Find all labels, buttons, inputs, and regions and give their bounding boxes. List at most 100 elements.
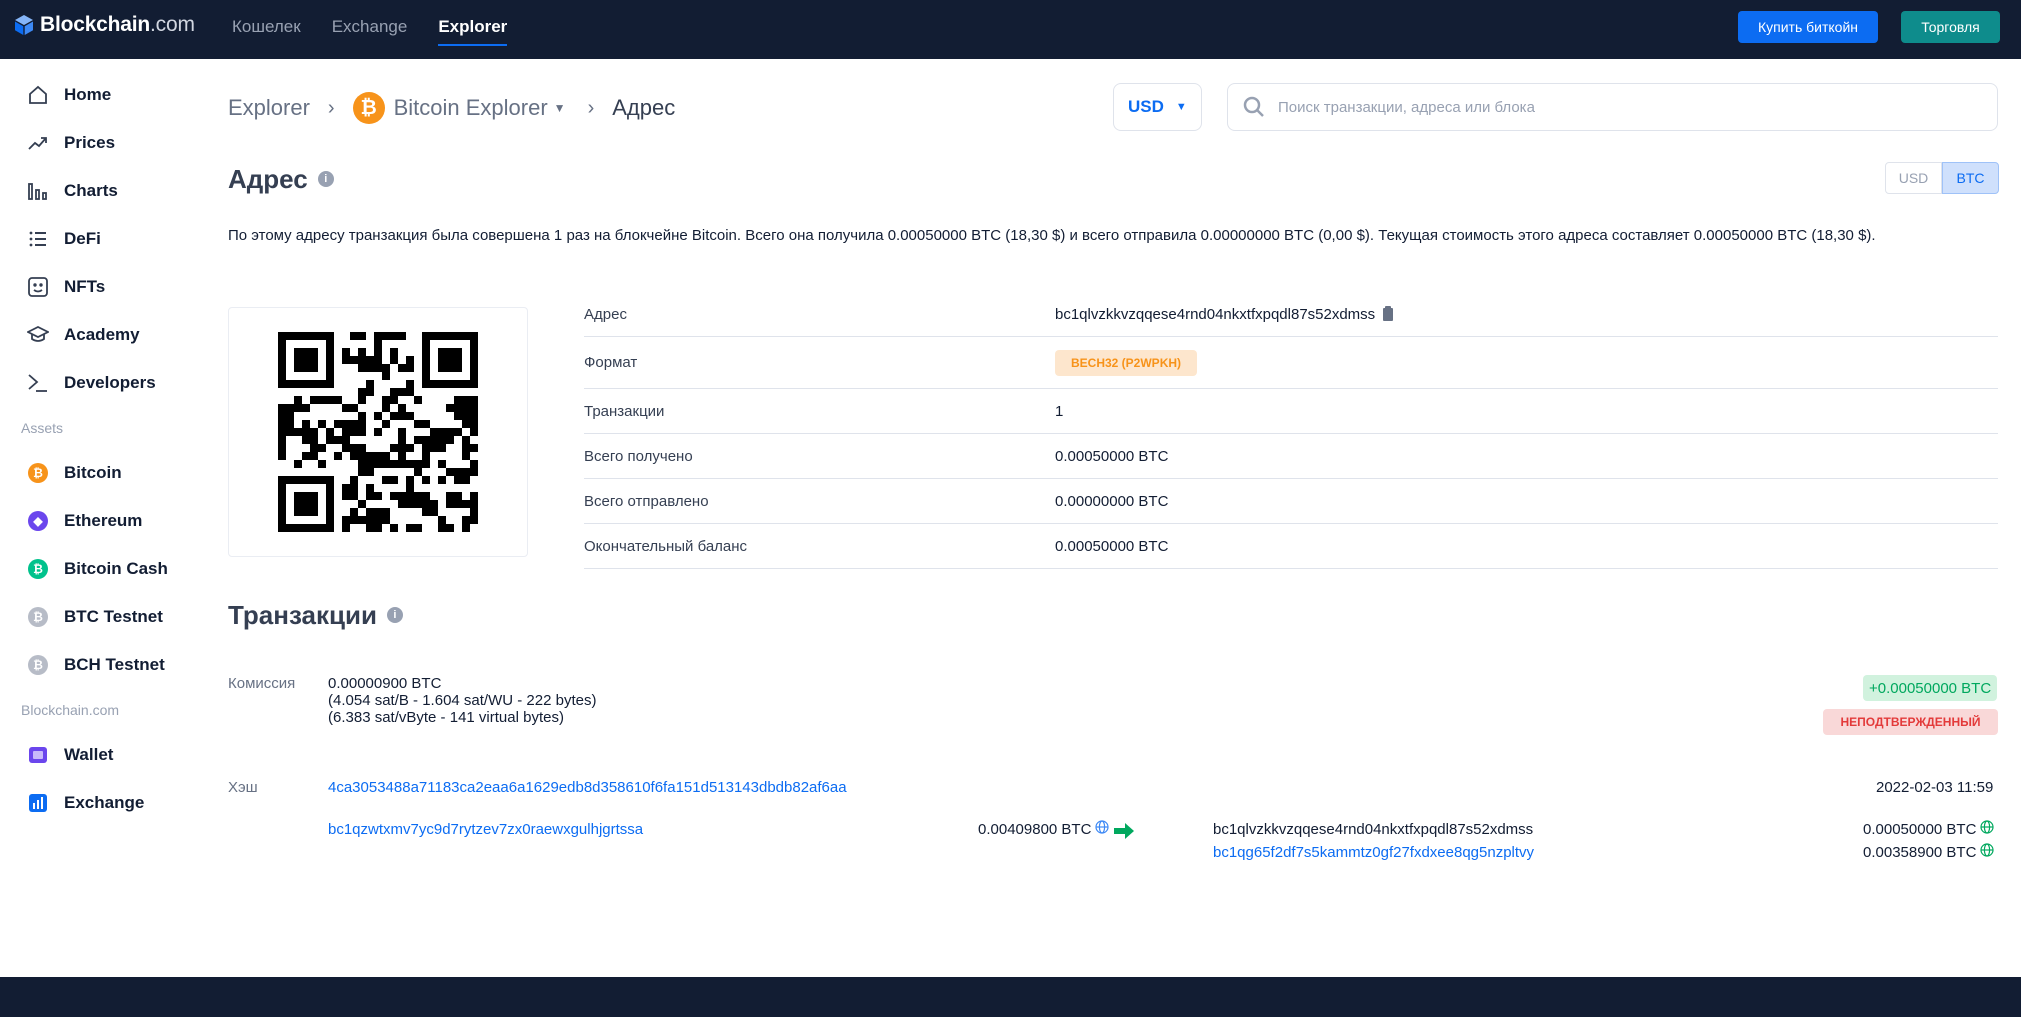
fee-detail-bytes: (4.054 sat/B - 1.604 sat/WU - 222 bytes): [328, 692, 597, 709]
btc-testnet-icon: ₿: [28, 607, 48, 627]
sidebar-item-label: Wallet: [64, 745, 114, 764]
bitcoin-icon: ₿: [352, 92, 385, 124]
arrow-right-icon: [1114, 823, 1134, 839]
sidebar-item-wallet[interactable]: Wallet: [26, 741, 113, 769]
sidebar-item-label: Bitcoin: [64, 463, 122, 482]
qr-code-image: [278, 332, 478, 532]
output-address-link[interactable]: bc1qg65f2df7s5kammtz0gf27fxdxee8qg5nzplt…: [1213, 844, 1534, 861]
sidebar-item-label: NFTs: [64, 277, 106, 296]
sidebar-item-charts[interactable]: Charts: [26, 177, 118, 205]
detail-value: 0.00000000 BTC: [1055, 493, 1169, 510]
address-section-title: Адрес i: [228, 164, 334, 195]
graduation-cap-icon: [26, 323, 50, 347]
sidebar-section-company: Blockchain.com: [21, 702, 120, 718]
toggle-usd[interactable]: USD: [1885, 162, 1942, 194]
tx-hash-link[interactable]: 4ca3053488a71183ca2eaa6a1629edb8d358610f…: [328, 779, 847, 796]
wallet-icon: [26, 743, 50, 767]
detail-label: Всего отправлено: [584, 493, 709, 510]
sidebar-item-defi[interactable]: DeFi: [26, 225, 101, 253]
nav-exchange[interactable]: Exchange: [332, 0, 408, 46]
format-badge: BECH32 (P2WPKH): [1055, 350, 1198, 376]
currency-select-value: USD: [1128, 97, 1164, 116]
home-icon: [26, 83, 50, 107]
search-box[interactable]: [1227, 83, 1998, 131]
status-badge: НЕПОДТВЕРЖДЕННЫЙ: [1823, 709, 1998, 735]
caret-down-icon: ▼: [553, 101, 566, 115]
output-amount-value: 0.00050000 BTC: [1863, 821, 1977, 838]
info-icon[interactable]: i: [317, 171, 334, 188]
sidebar-item-prices[interactable]: Prices: [26, 129, 115, 157]
detail-row-transactions: Транзакции 1: [584, 389, 1998, 434]
bar-chart-icon: [26, 179, 50, 203]
chevron-right-icon: ›: [587, 96, 595, 119]
sidebar-item-exchange[interactable]: Exchange: [26, 789, 144, 817]
search-input[interactable]: [1278, 98, 1978, 116]
nav-wallet[interactable]: Кошелек: [232, 0, 301, 46]
caret-down-icon: ▼: [1175, 101, 1187, 113]
sidebar-item-bitcoin-cash[interactable]: ₿ Bitcoin Cash: [26, 555, 168, 583]
hash-label: Хэш: [228, 779, 258, 796]
sidebar-item-label: Home: [64, 85, 112, 104]
input-address-link[interactable]: bc1qzwtxmv7yc9d7rytzev7zx0raewxgulhjgrts…: [328, 821, 643, 838]
sidebar-item-label: Ethereum: [64, 511, 143, 530]
sidebar-item-bitcoin[interactable]: ₿ Bitcoin: [26, 459, 122, 487]
chevron-right-icon: ›: [327, 96, 335, 119]
sidebar-item-nfts[interactable]: NFTs: [26, 273, 105, 301]
unit-toggle: USD BTC: [1885, 162, 1999, 194]
sidebar-item-label: Academy: [64, 325, 140, 344]
output-amount-value: 0.00358900 BTC: [1863, 844, 1977, 861]
sidebar-item-label: BCH Testnet: [64, 655, 165, 674]
sidebar-item-developers[interactable]: Developers: [26, 369, 156, 397]
output-address-own: bc1qlvzkkvzqqese4rnd04nkxtfxpqdl87s52xdm…: [1213, 821, 1534, 838]
address-summary: По этому адресу транзакция была совершен…: [228, 227, 1876, 244]
sidebar-item-bch-testnet[interactable]: ₿ BCH Testnet: [26, 651, 165, 679]
info-icon[interactable]: i: [386, 607, 403, 624]
tx-timestamp: 2022-02-03 11:59: [1876, 779, 1994, 796]
sidebar-item-ethereum[interactable]: ◆ Ethereum: [26, 507, 142, 535]
globe-icon[interactable]: [1980, 820, 1995, 834]
breadcrumb-bitcoin-explorer[interactable]: Bitcoin Explorer: [394, 95, 548, 121]
sidebar-item-academy[interactable]: Academy: [26, 321, 140, 349]
sidebar-item-label: DeFi: [64, 229, 101, 248]
sidebar-section-assets: Assets: [21, 420, 64, 436]
globe-icon[interactable]: [1980, 843, 1995, 857]
top-bar: Blockchain.com Кошелек Exchange Explorer…: [0, 0, 2021, 59]
sidebar-item-home[interactable]: Home: [26, 81, 111, 109]
terminal-icon: [26, 371, 50, 395]
detail-label: Адрес: [584, 306, 627, 323]
fee-detail-vbytes: (6.383 sat/vByte - 141 virtual bytes): [328, 709, 564, 726]
sidebar-item-label: Bitcoin Cash: [64, 559, 168, 578]
currency-select[interactable]: USD ▼: [1113, 83, 1202, 131]
transactions-title-text: Транзакции: [228, 600, 377, 630]
output-amount: 0.00358900 BTC: [1863, 843, 1995, 861]
bitcoin-cash-icon: ₿: [28, 559, 48, 579]
nav-explorer[interactable]: Explorer: [438, 0, 508, 46]
blockchain-logo[interactable]: Blockchain.com: [13, 13, 195, 37]
sidebar-item-btc-testnet[interactable]: ₿ BTC Testnet: [26, 603, 163, 631]
detail-label: Формат: [584, 354, 638, 371]
exchange-chart-icon: [26, 791, 50, 815]
fee-label: Комиссия: [228, 675, 296, 692]
detail-row-address: Адрес bc1qlvzkkvzqqese4rnd04nkxtfxpqdl87…: [584, 292, 1998, 337]
breadcrumb-current: Адрес: [612, 95, 676, 120]
trade-button[interactable]: Торговля: [1901, 11, 2000, 43]
breadcrumb: Explorer › ₿ Bitcoin Explorer ▼ › Адрес: [228, 92, 675, 124]
qr-code-card: [228, 307, 528, 557]
output-amount: 0.00050000 BTC: [1863, 820, 1995, 838]
copy-icon[interactable]: [1383, 306, 1394, 321]
sidebar-item-label: Charts: [64, 181, 118, 200]
breadcrumb-explorer[interactable]: Explorer: [228, 95, 310, 121]
bch-testnet-icon: ₿: [28, 655, 48, 675]
globe-icon[interactable]: [1095, 820, 1110, 834]
top-nav: Кошелек Exchange Explorer: [232, 0, 538, 59]
address-value[interactable]: bc1qlvzkkvzqqese4rnd04nkxtfxpqdl87s52xdm…: [1055, 292, 1375, 337]
toggle-btc[interactable]: BTC: [1942, 162, 1999, 194]
input-amount: 0.00409800 BTC: [978, 820, 1110, 838]
sidebar-item-label: Prices: [64, 133, 116, 152]
bitcoin-icon: ₿: [28, 463, 48, 483]
detail-label: Окончательный баланс: [584, 538, 748, 555]
detail-label: Транзакции: [584, 403, 665, 420]
address-title-text: Адрес: [228, 164, 308, 194]
footer: [0, 977, 2021, 1017]
buy-bitcoin-button[interactable]: Купить биткойн: [1738, 11, 1878, 43]
